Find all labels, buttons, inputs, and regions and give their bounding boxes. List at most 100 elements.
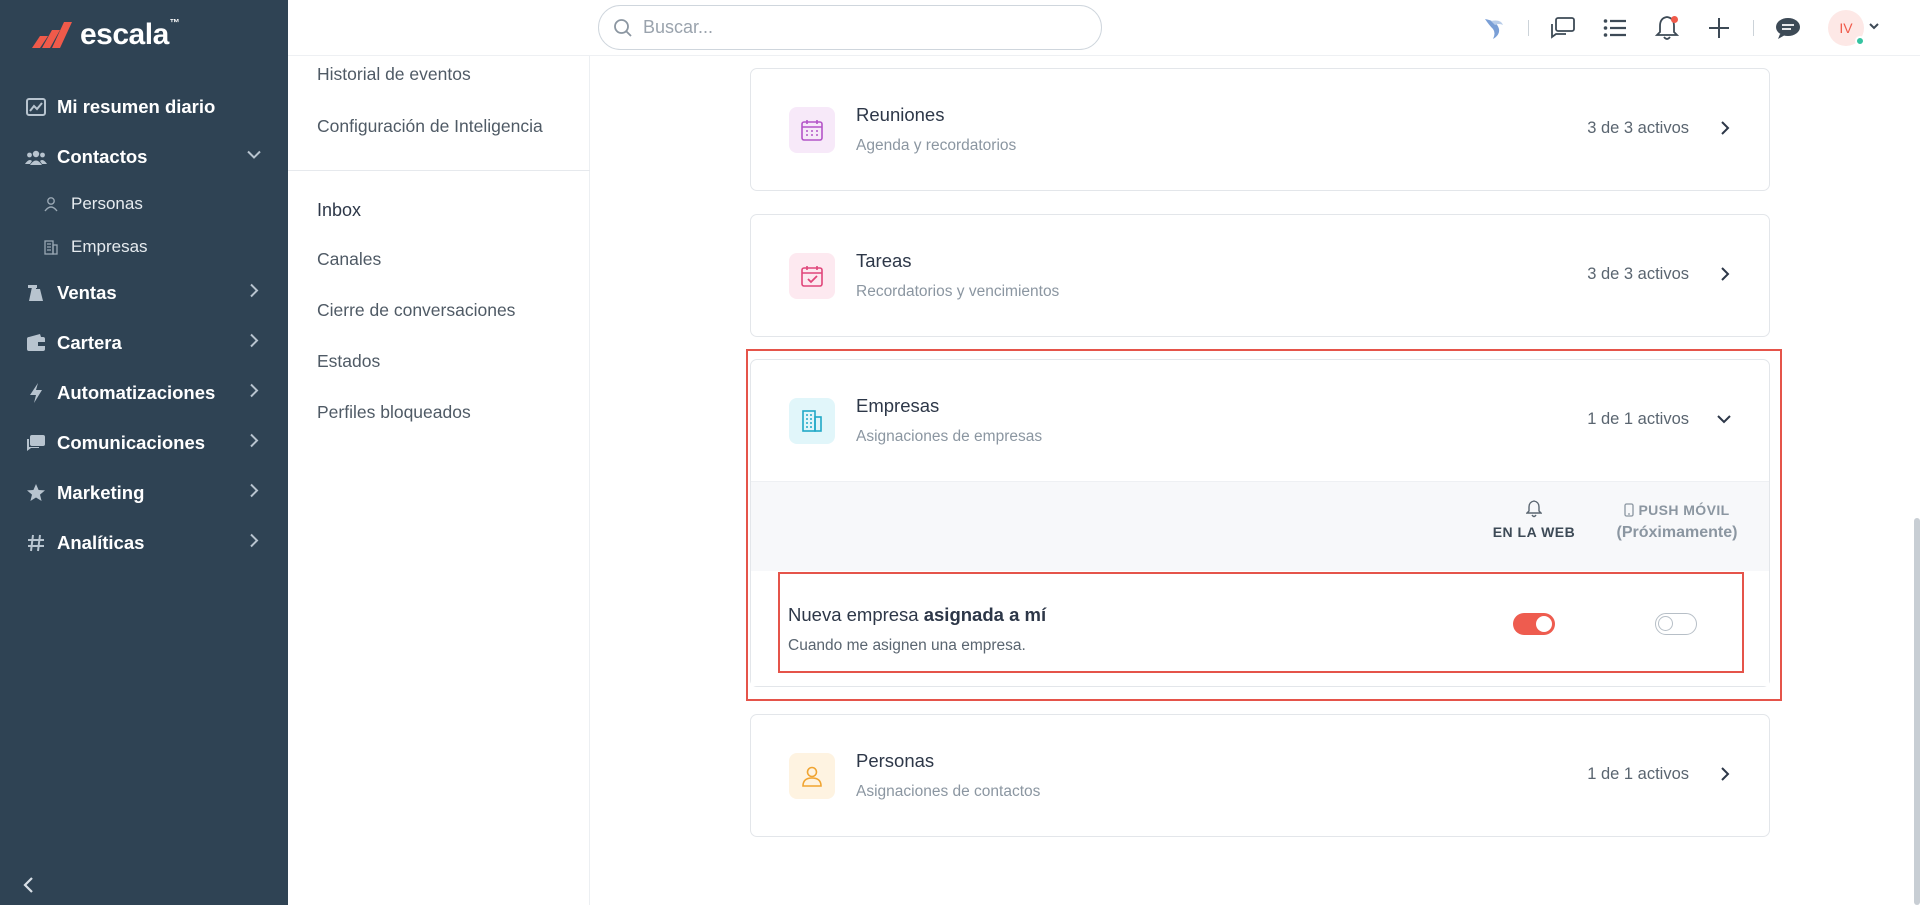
category-title: Empresas — [856, 395, 940, 416]
chevron-right-icon — [1717, 765, 1733, 788]
wallet-icon — [25, 332, 47, 354]
sidebar-item-contactos[interactable]: Contactos — [0, 132, 288, 182]
category-card-tareas: Tareas Recordatorios y vencimientos 3 de… — [750, 214, 1770, 337]
chevron-down-icon[interactable] — [1868, 19, 1880, 37]
notification-row-nueva-empresa: Nueva empresa asignada a mí Cuando me as… — [751, 571, 1769, 686]
sidebar-item-label: Comunicaciones — [57, 432, 206, 453]
channel-web-label: EN LA WEB — [1492, 524, 1576, 540]
topbar: IV — [288, 0, 1920, 56]
search-input[interactable] — [643, 17, 1073, 38]
sidebar-nav: Mi resumen diario Contactos Personas Emp… — [0, 82, 288, 568]
chevron-down-icon — [1715, 410, 1733, 433]
sidebar-item-cartera[interactable]: Cartera — [0, 318, 288, 368]
sidebar-item-comunicaciones[interactable]: Comunicaciones — [0, 418, 288, 468]
settings-link-canales[interactable]: Canales — [317, 249, 381, 270]
sidebar-item-label: Analíticas — [57, 532, 145, 553]
category-subtitle: Asignaciones de empresas — [856, 428, 1043, 445]
bell-icon[interactable] — [1649, 10, 1685, 46]
settings-link-cierre[interactable]: Cierre de conversaciones — [317, 300, 515, 321]
channel-web-column: EN LA WEB — [1489, 500, 1579, 542]
sidebar-item-label: Marketing — [57, 482, 145, 503]
category-header[interactable]: Personas Asignaciones de contactos 1 de … — [751, 715, 1769, 836]
chevron-down-icon — [246, 147, 262, 168]
bird-icon[interactable] — [1476, 10, 1512, 46]
sidebar-item-resumen[interactable]: Mi resumen diario — [0, 82, 288, 132]
category-title: Reuniones — [856, 104, 945, 125]
escala-logo-icon — [32, 22, 72, 48]
notification-dot — [1671, 16, 1678, 23]
brand-logo[interactable]: escala™ — [30, 18, 180, 52]
calendar-icon — [789, 107, 835, 153]
notification-description: Cuando me asignen una empresa. — [788, 637, 1026, 654]
hashtag-icon — [25, 532, 47, 554]
building-icon — [42, 238, 60, 256]
bell-icon — [1526, 500, 1542, 518]
toggle-knob — [1536, 616, 1552, 632]
sidebar-item-label: Mi resumen diario — [57, 96, 216, 117]
notifications-settings-main: Reuniones Agenda y recordatorios 3 de 3 … — [590, 56, 1920, 905]
sidebar-subitem-personas[interactable]: Personas — [0, 182, 288, 225]
chart-line-icon — [25, 96, 47, 118]
sidebar-subitem-empresas[interactable]: Empresas — [0, 225, 288, 268]
channel-push-column: PUSH MÓVIL (Próximamente) — [1607, 502, 1747, 542]
category-header[interactable]: Tareas Recordatorios y vencimientos 3 de… — [751, 215, 1769, 336]
page-scrollbar[interactable] — [1914, 518, 1920, 905]
search-icon — [614, 18, 632, 37]
channel-push-label: PUSH MÓVIL — [1638, 502, 1730, 518]
online-status-dot — [1855, 36, 1865, 46]
sidebar-item-marketing[interactable]: Marketing — [0, 468, 288, 518]
category-count: 1 de 1 activos — [1587, 410, 1689, 428]
chevron-right-icon — [246, 483, 262, 504]
brand-name: escala™ — [80, 18, 180, 51]
chevron-right-icon — [246, 533, 262, 554]
category-card-reuniones: Reuniones Agenda y recordatorios 3 de 3 … — [750, 68, 1770, 191]
support-chat-icon[interactable] — [1770, 10, 1806, 46]
sidebar-subitem-label: Personas — [71, 193, 143, 213]
chevron-right-icon — [1717, 265, 1733, 288]
category-header[interactable]: Reuniones Agenda y recordatorios 3 de 3 … — [751, 69, 1769, 190]
category-subtitle: Asignaciones de contactos — [856, 783, 1041, 800]
topbar-separator — [1528, 20, 1529, 36]
sidebar-item-ventas[interactable]: Ventas — [0, 268, 288, 318]
list-icon[interactable] — [1597, 10, 1633, 46]
category-card-personas: Personas Asignaciones de contactos 1 de … — [750, 714, 1770, 837]
settings-divider — [288, 170, 590, 171]
sidebar-item-analiticas[interactable]: Analíticas — [0, 518, 288, 568]
category-header[interactable]: Empresas Asignaciones de empresas 1 de 1… — [751, 360, 1769, 481]
settings-section-heading: Inbox — [317, 200, 362, 220]
channel-push-label-row: PUSH MÓVIL — [1607, 502, 1747, 518]
push-notification-toggle[interactable] — [1655, 613, 1697, 635]
chevron-right-icon — [246, 383, 262, 404]
conversations-icon[interactable] — [1545, 10, 1581, 46]
mobile-phone-icon — [1624, 503, 1635, 517]
chevron-right-icon — [1717, 119, 1733, 142]
handshake-icon — [25, 282, 47, 304]
category-count: 3 de 3 activos — [1587, 265, 1689, 283]
sidebar-item-label: Cartera — [57, 332, 122, 353]
person-icon — [789, 753, 835, 799]
category-count: 1 de 1 activos — [1587, 765, 1689, 783]
settings-link-perfiles[interactable]: Perfiles bloqueados — [317, 402, 471, 423]
chevron-left-icon — [23, 877, 33, 893]
plus-icon[interactable] — [1701, 10, 1737, 46]
sidebar-item-automatizaciones[interactable]: Automatizaciones — [0, 368, 288, 418]
settings-link-historial[interactable]: Historial de eventos — [317, 64, 471, 85]
search-box[interactable] — [598, 5, 1102, 50]
sidebar: escala™ Mi resumen diario Contactos Pers… — [0, 0, 288, 905]
topbar-actions: IV — [1468, 8, 1880, 48]
star-icon — [25, 482, 47, 504]
category-subtitle: Agenda y recordatorios — [856, 137, 1017, 154]
calendar-check-icon — [789, 253, 835, 299]
settings-link-estados[interactable]: Estados — [317, 351, 380, 372]
building-icon — [789, 398, 835, 444]
settings-link-inteligencia[interactable]: Configuración de Inteligencia — [317, 116, 543, 137]
sidebar-item-label: Contactos — [57, 146, 148, 167]
collapse-sidebar-button[interactable] — [16, 873, 40, 897]
person-icon — [42, 195, 60, 213]
avatar-initials: IV — [1839, 20, 1853, 36]
category-subtitle: Recordatorios y vencimientos — [856, 283, 1060, 300]
topbar-separator — [1753, 20, 1754, 36]
sidebar-item-label: Automatizaciones — [57, 382, 216, 403]
avatar[interactable]: IV — [1828, 10, 1865, 46]
web-notification-toggle[interactable] — [1513, 613, 1555, 635]
